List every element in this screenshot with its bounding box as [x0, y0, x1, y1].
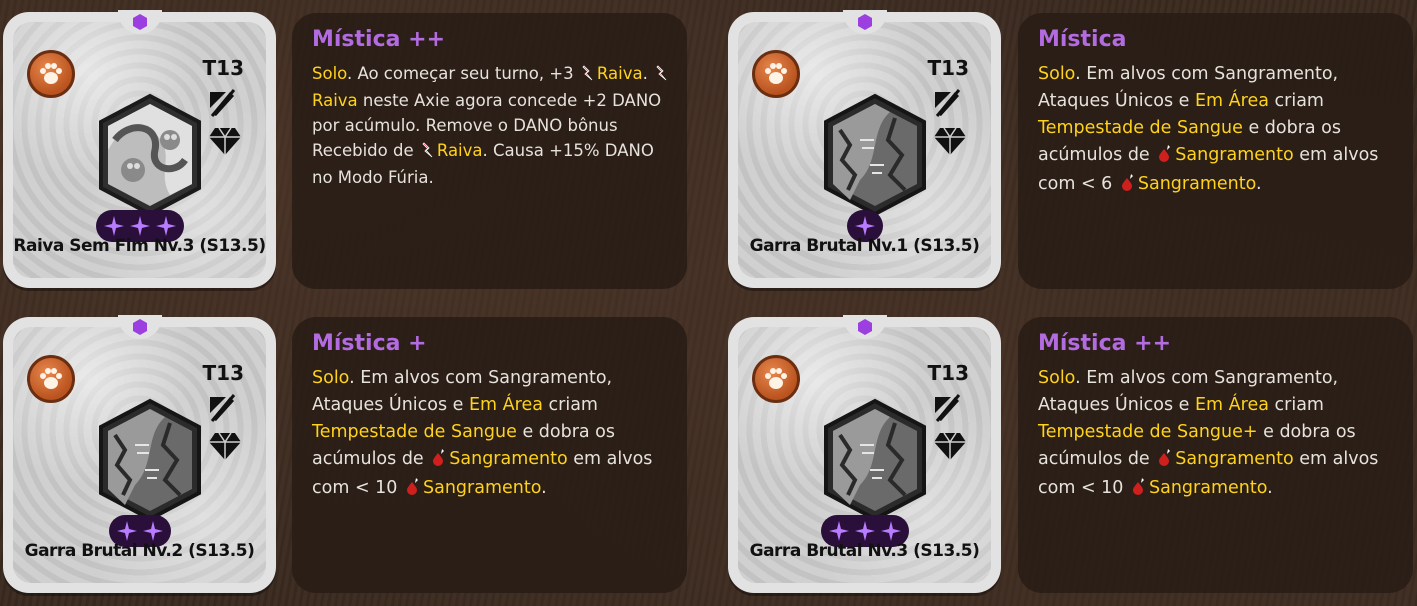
description-text: .: [1267, 478, 1273, 498]
card-art-claw: [810, 90, 940, 224]
description-text: criam: [542, 395, 598, 415]
card-description: Solo. Em alvos com Sangramento, Ataques …: [312, 365, 673, 504]
beast-class-icon: [27, 50, 75, 98]
bleed-icon: [1157, 448, 1173, 475]
keyword: Em Área: [1195, 91, 1269, 111]
keyword: Raiva: [596, 64, 643, 83]
level-star-icon: [879, 519, 903, 543]
rarity-title: Mística ++: [1038, 331, 1171, 356]
beast-class-icon: [752, 50, 800, 98]
card-description-panel: Mística + Solo. Em alvos com Sangramento…: [292, 317, 687, 593]
tier-label: T13: [202, 361, 244, 385]
description-text: .: [541, 478, 547, 498]
card-art-swirl: [85, 90, 215, 224]
keyword: Tempestade de Sangue: [1038, 118, 1243, 138]
beast-class-icon: [752, 355, 800, 403]
level-star-icon: [853, 519, 877, 543]
description-text: .: [1256, 174, 1262, 194]
keyword: Solo: [1038, 64, 1076, 84]
card-face: T13 Garra Brutal Nv.3 (S13.5): [738, 327, 991, 583]
tier-label: T13: [927, 361, 969, 385]
rage-icon: [421, 140, 435, 165]
bleed-icon: [405, 477, 421, 504]
keyword: Sangramento: [1149, 478, 1268, 498]
bleed-icon: [1157, 144, 1173, 171]
rarity-title: Mística ++: [312, 27, 445, 52]
card-name: Garra Brutal Nv.3 (S13.5): [749, 541, 980, 561]
bleed-icon: [1120, 173, 1136, 200]
keyword: Solo: [312, 64, 347, 83]
card-face: T13 Garra Brutal Nv.1 (S13.5): [738, 22, 991, 278]
purple-gem-icon: [857, 319, 873, 335]
card-description-panel: Mística ++ Solo. Ao começar seu turno, +…: [292, 13, 687, 289]
bleed-icon: [431, 448, 447, 475]
keyword: Sangramento: [423, 478, 542, 498]
card-name: Raiva Sem Fim Nv.3 (S13.5): [13, 236, 266, 256]
rarity-title: Mística +: [312, 331, 427, 356]
rage-icon: [581, 63, 595, 88]
keyword: Solo: [312, 368, 350, 388]
card-art-claw: [810, 395, 940, 529]
card-garra-brutal-1[interactable]: T13 Garra Brutal Nv.1 (S13.5): [728, 10, 1001, 288]
description-text: criam: [1268, 91, 1324, 111]
level-star-icon: [827, 519, 851, 543]
card-art-claw: [85, 395, 215, 529]
card-face: T13 Garra Brutal Nv.2 (S13.5): [13, 327, 266, 583]
level-star-icon: [853, 214, 877, 238]
card-face: T13 Raiva Sem Fim Nv.3 (S13.5): [13, 22, 266, 278]
card-description-panel: Mística Solo. Em alvos com Sangramento, …: [1018, 13, 1413, 289]
card-description: Solo. Ao começar seu turno, +3 Raiva. Ra…: [312, 61, 673, 190]
rage-icon: [655, 63, 669, 88]
keyword: Sangramento: [1175, 145, 1294, 165]
card-garra-brutal-3[interactable]: T13 Garra Brutal Nv.3 (S13.5): [728, 315, 1001, 593]
tier-label: T13: [202, 56, 244, 80]
level-star-icon: [154, 214, 178, 238]
purple-gem-icon: [132, 14, 148, 30]
card-description: Solo. Em alvos com Sangramento, Ataques …: [1038, 61, 1399, 200]
rarity-title: Mística: [1038, 27, 1127, 52]
card-name: Garra Brutal Nv.2 (S13.5): [24, 541, 255, 561]
card-garra-brutal-2[interactable]: T13 Garra Brutal Nv.2 (S13.5): [3, 315, 276, 593]
level-star-icon: [128, 214, 152, 238]
description-text: criam: [1268, 395, 1324, 415]
keyword: Solo: [1038, 368, 1076, 388]
keyword: Em Área: [1195, 395, 1269, 415]
card-description-panel: Mística ++ Solo. Em alvos com Sangrament…: [1018, 317, 1413, 593]
keyword: Raiva: [312, 91, 358, 110]
card-raiva-sem-fim[interactable]: T13 Raiva Sem Fim Nv.3 (S13.5): [3, 10, 276, 288]
level-star-icon: [115, 519, 139, 543]
card-name: Garra Brutal Nv.1 (S13.5): [749, 236, 980, 256]
purple-gem-icon: [132, 319, 148, 335]
keyword: Sangramento: [449, 449, 568, 469]
keyword: Sangramento: [1137, 174, 1256, 194]
beast-class-icon: [27, 355, 75, 403]
keyword: Tempestade de Sangue+: [1038, 422, 1258, 442]
description-text: . Ao começar seu turno, +3: [346, 64, 579, 83]
description-text: .: [642, 64, 654, 83]
keyword: Sangramento: [1175, 449, 1294, 469]
keyword: Raiva: [436, 141, 483, 160]
card-description: Solo. Em alvos com Sangramento, Ataques …: [1038, 365, 1399, 504]
keyword: Em Área: [469, 395, 543, 415]
bleed-icon: [1131, 477, 1147, 504]
tier-label: T13: [927, 56, 969, 80]
level-star-icon: [102, 214, 126, 238]
keyword: Tempestade de Sangue: [312, 422, 517, 442]
level-star-icon: [141, 519, 165, 543]
purple-gem-icon: [857, 14, 873, 30]
